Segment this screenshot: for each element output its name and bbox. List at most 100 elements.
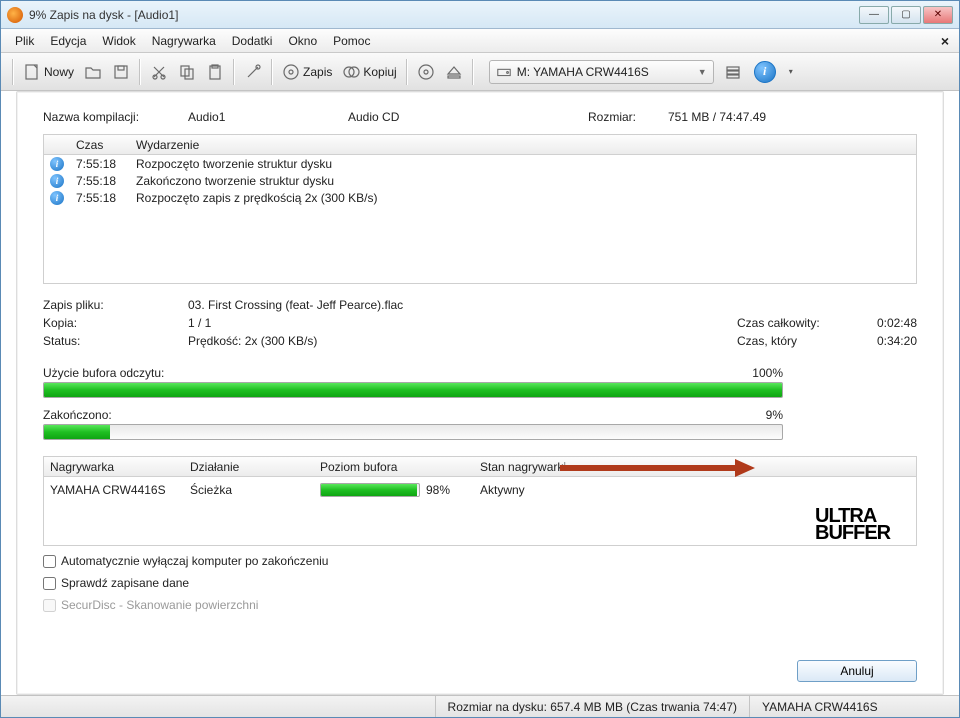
- device-row: YAMAHA CRW4416S Ścieżka 98% Aktywny: [44, 477, 916, 503]
- menu-window[interactable]: Okno: [280, 31, 325, 51]
- ultrabuffer-logo: ULTRA BUFFER: [815, 508, 915, 542]
- col-recorder: Nagrywarka: [44, 458, 184, 476]
- securdisc-checkbox: [43, 599, 56, 612]
- securdisc-checkbox-row: SecurDisc - Skanowanie powierzchni: [43, 598, 917, 612]
- drive-props-button[interactable]: [720, 58, 746, 86]
- paste-icon: [206, 63, 224, 81]
- shutdown-checkbox-row: Automatycznie wyłączaj komputer po zakoń…: [43, 554, 917, 568]
- device-buffer-pct: 98%: [426, 483, 450, 497]
- chevron-down-icon: ▼: [698, 67, 707, 77]
- menu-file[interactable]: Plik: [7, 31, 42, 51]
- shutdown-label: Automatycznie wyłączaj komputer po zakoń…: [61, 554, 328, 568]
- event-row: i 7:55:18 Zakończono tworzenie struktur …: [44, 172, 916, 189]
- info-icon: i: [50, 191, 64, 205]
- device-table: Nagrywarka Działanie Poziom bufora Stan …: [43, 456, 917, 546]
- done-percent: 9%: [766, 408, 783, 422]
- disc-icon: [417, 63, 435, 81]
- copy-button[interactable]: [174, 58, 200, 86]
- done-progress-section: Zakończono: 9%: [43, 408, 783, 440]
- minimize-button[interactable]: —: [859, 6, 889, 24]
- window-controls: — ▢ ✕: [859, 6, 953, 24]
- new-button[interactable]: Nowy: [19, 58, 78, 86]
- scissors-icon: [150, 63, 168, 81]
- annotation-arrow: [560, 461, 755, 475]
- menu-edit[interactable]: Edycja: [42, 31, 94, 51]
- burn-button[interactable]: Zapis: [278, 58, 336, 86]
- info-icon: i: [50, 174, 64, 188]
- securdisc-label: SecurDisc - Skanowanie powierzchni: [61, 598, 258, 612]
- verify-checkbox-row: Sprawdź zapisane dane: [43, 576, 917, 590]
- chevron-down-icon: ▾: [789, 67, 793, 76]
- copy-disc-button[interactable]: Kopiuj: [338, 58, 400, 86]
- close-document-button[interactable]: ×: [941, 33, 949, 49]
- event-row: i 7:55:18 Rozpoczęto tworzenie struktur …: [44, 155, 916, 172]
- menu-extras[interactable]: Dodatki: [224, 31, 281, 51]
- save-button[interactable]: [108, 58, 134, 86]
- floppy-icon: [112, 63, 130, 81]
- app-window: 9% Zapis na dysk - [Audio1] — ▢ ✕ Plik E…: [0, 0, 960, 718]
- compilation-name: Audio1: [188, 110, 348, 124]
- size-value: 751 MB / 74:47.49: [668, 110, 766, 124]
- eject-button[interactable]: [441, 58, 467, 86]
- menu-recorder[interactable]: Nagrywarka: [144, 31, 224, 51]
- menu-view[interactable]: Widok: [94, 31, 143, 51]
- device-buffer-bar: [320, 483, 420, 497]
- col-time: Czas: [70, 136, 130, 154]
- drive-icon: [496, 64, 512, 80]
- total-time-label: Czas całkowity:: [737, 316, 857, 330]
- file-label: Zapis pliku:: [43, 298, 188, 312]
- done-label: Zakończono:: [43, 408, 112, 422]
- status-size: Rozmiar na dysku: 657.4 MB MB (Czas trwa…: [435, 696, 749, 717]
- stack-icon: [724, 63, 742, 81]
- disc-burn-icon: [282, 63, 300, 81]
- compilation-info: Nazwa kompilacji: Audio1 Audio CD Rozmia…: [43, 110, 917, 124]
- menubar: Plik Edycja Widok Nagrywarka Dodatki Okn…: [1, 29, 959, 53]
- done-progress-bar: [43, 424, 783, 440]
- size-label: Rozmiar:: [588, 110, 668, 124]
- file-value: 03. First Crossing (feat- Jeff Pearce).f…: [188, 298, 917, 312]
- device-action: Ścieżka: [184, 481, 314, 499]
- compilation-type: Audio CD: [348, 110, 588, 124]
- info-icon: i: [50, 157, 64, 171]
- status-label: Status:: [43, 334, 188, 348]
- shutdown-checkbox[interactable]: [43, 555, 56, 568]
- maximize-button[interactable]: ▢: [891, 6, 921, 24]
- cancel-button[interactable]: Anuluj: [797, 660, 917, 682]
- folder-open-icon: [84, 63, 102, 81]
- cut-button[interactable]: [146, 58, 172, 86]
- total-time-value: 0:02:48: [857, 316, 917, 330]
- open-button[interactable]: [80, 58, 106, 86]
- col-event: Wydarzenie: [130, 136, 916, 154]
- titlebar[interactable]: 9% Zapis na dysk - [Audio1] — ▢ ✕: [1, 1, 959, 29]
- info-button[interactable]: i: [754, 61, 776, 83]
- compilation-name-label: Nazwa kompilacji:: [43, 110, 188, 124]
- overflow-button[interactable]: ▾: [778, 58, 804, 86]
- drive-select[interactable]: M: YAMAHA CRW4416S ▼: [489, 60, 714, 84]
- event-log-table: Czas Wydarzenie i 7:55:18 Rozpoczęto two…: [43, 134, 917, 284]
- drive-label: M: YAMAHA CRW4416S: [517, 65, 649, 79]
- statusbar: Rozmiar na dysku: 657.4 MB MB (Czas trwa…: [1, 695, 959, 717]
- paste-button[interactable]: [202, 58, 228, 86]
- tools-button[interactable]: [240, 58, 266, 86]
- device-name: YAMAHA CRW4416S: [44, 481, 184, 499]
- copy-icon: [178, 63, 196, 81]
- eject-icon: [445, 63, 463, 81]
- verify-checkbox[interactable]: [43, 577, 56, 590]
- close-button[interactable]: ✕: [923, 6, 953, 24]
- disc-copy-icon: [342, 63, 360, 81]
- window-title: 9% Zapis na dysk - [Audio1]: [29, 8, 859, 22]
- col-buffer: Poziom bufora: [314, 458, 474, 476]
- page-icon: [23, 63, 41, 81]
- copy-value: 1 / 1: [188, 316, 737, 330]
- burn-dialog-content: Nazwa kompilacji: Audio1 Audio CD Rozmia…: [16, 91, 944, 695]
- write-details: Zapis pliku: 03. First Crossing (feat- J…: [43, 298, 917, 348]
- menu-help[interactable]: Pomoc: [325, 31, 378, 51]
- wand-icon: [244, 63, 262, 81]
- event-row: i 7:55:18 Rozpoczęto zapis z prędkością …: [44, 189, 916, 206]
- buffer-label: Użycie bufora odczytu:: [43, 366, 164, 380]
- remaining-label: Czas, który: [737, 334, 857, 348]
- erase-button[interactable]: [413, 58, 439, 86]
- col-action: Działanie: [184, 458, 314, 476]
- device-state: Aktywny: [474, 481, 916, 499]
- toolbar: Nowy Zapis Kopiuj M: YAMAHA CRW4416S ▼ i: [1, 53, 959, 91]
